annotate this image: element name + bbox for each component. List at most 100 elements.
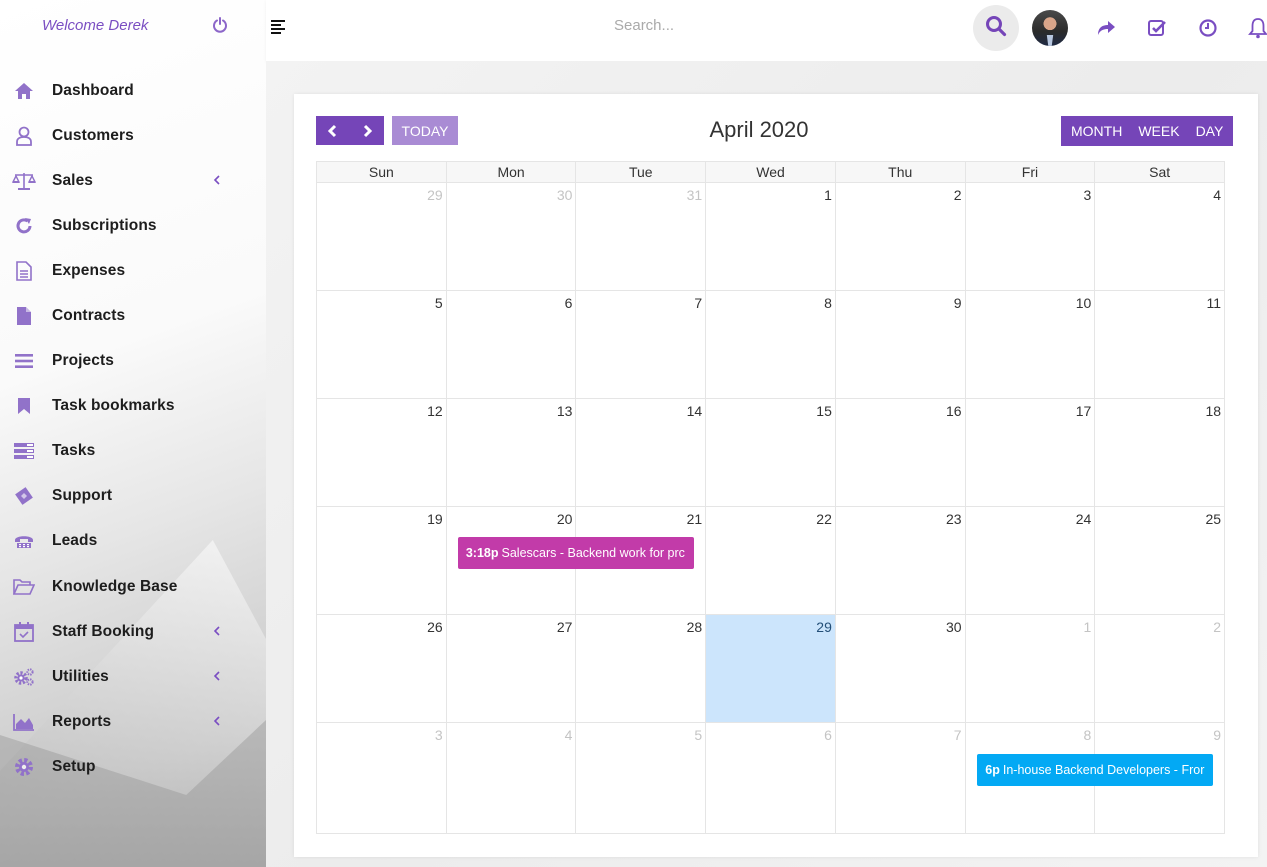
day-number[interactable]: 29 (427, 187, 443, 203)
day-number[interactable]: 23 (946, 511, 962, 527)
day-number[interactable]: 4 (1213, 187, 1221, 203)
today-button[interactable]: TODAY (392, 116, 458, 145)
day-number[interactable]: 10 (1076, 295, 1092, 311)
day-number[interactable]: 16 (946, 403, 962, 419)
calendar-day-cell[interactable]: 15 (706, 399, 836, 506)
calendar-day-cell[interactable]: 17 (966, 399, 1096, 506)
day-number[interactable]: 8 (824, 295, 832, 311)
calendar-day-cell[interactable]: 4 (1095, 183, 1224, 290)
calendar-day-cell[interactable]: 1 (706, 183, 836, 290)
calendar-event[interactable]: 3:18p Salescars - Backend work for prc (457, 537, 694, 569)
power-icon[interactable] (212, 17, 230, 35)
sidebar-item-dashboard[interactable]: Dashboard (0, 68, 266, 113)
day-number[interactable]: 1 (824, 187, 832, 203)
avatar[interactable] (1032, 10, 1068, 46)
bell-icon[interactable] (1247, 17, 1267, 39)
calendar-day-cell[interactable]: 5 (317, 291, 447, 398)
sidebar-item-staff-booking[interactable]: Staff Booking (0, 609, 266, 654)
day-number[interactable]: 4 (565, 727, 573, 743)
day-number[interactable]: 24 (1076, 511, 1092, 527)
calendar-day-cell[interactable]: 30 (836, 615, 966, 722)
calendar-day-cell[interactable]: 7 (836, 723, 966, 833)
calendar-day-cell[interactable]: 5 (576, 723, 707, 833)
day-number[interactable]: 27 (557, 619, 573, 635)
calendar-day-cell[interactable]: 25 (1095, 507, 1224, 614)
day-number[interactable]: 9 (1213, 727, 1221, 743)
sidebar-item-knowledge-base[interactable]: Knowledge Base (0, 564, 266, 609)
calendar-day-cell[interactable]: 22 (706, 507, 836, 614)
calendar-day-cell[interactable]: 23 (836, 507, 966, 614)
day-number[interactable]: 3 (1084, 187, 1092, 203)
calendar-day-cell[interactable]: 3 (966, 183, 1096, 290)
share-icon[interactable] (1095, 17, 1117, 39)
calendar-day-cell[interactable]: 1 (966, 615, 1096, 722)
day-number[interactable]: 26 (427, 619, 443, 635)
calendar-day-cell[interactable]: 30 (447, 183, 577, 290)
day-number[interactable]: 21 (687, 511, 703, 527)
calendar-day-cell[interactable]: 7 (576, 291, 707, 398)
week-view-button[interactable]: WEEK (1130, 116, 1187, 146)
sidebar-item-support[interactable]: Support (0, 474, 266, 519)
sidebar-item-projects[interactable]: Projects (0, 339, 266, 384)
calendar-day-cell[interactable]: 16 (836, 399, 966, 506)
calendar-day-cell[interactable]: 19 (317, 507, 447, 614)
prev-button[interactable] (316, 116, 350, 145)
day-number[interactable]: 9 (954, 295, 962, 311)
calendar-day-cell[interactable]: 9 (836, 291, 966, 398)
day-number[interactable]: 25 (1205, 511, 1221, 527)
next-button[interactable] (350, 116, 384, 145)
day-number[interactable]: 29 (816, 619, 832, 635)
calendar-day-cell[interactable]: 24 (966, 507, 1096, 614)
calendar-day-cell[interactable]: 29 (317, 183, 447, 290)
calendar-day-cell[interactable]: 12 (317, 399, 447, 506)
day-view-button[interactable]: DAY (1188, 116, 1234, 146)
day-number[interactable]: 2 (1213, 619, 1221, 635)
chevron-left-icon[interactable] (213, 173, 221, 189)
calendar-day-cell[interactable]: 13 (447, 399, 577, 506)
sidebar-item-subscriptions[interactable]: Subscriptions (0, 203, 266, 248)
calendar-day-cell[interactable]: 2 (836, 183, 966, 290)
calendar-day-cell[interactable]: 28 (576, 615, 707, 722)
sidebar-item-reports[interactable]: Reports (0, 699, 266, 744)
calendar-day-cell[interactable]: 18 (1095, 399, 1224, 506)
day-number[interactable]: 28 (687, 619, 703, 635)
sidebar-item-tasks[interactable]: Tasks (0, 429, 266, 474)
day-number[interactable]: 22 (816, 511, 832, 527)
calendar-day-cell[interactable]: 6 (447, 291, 577, 398)
calendar-day-cell[interactable]: 6 (706, 723, 836, 833)
day-number[interactable]: 6 (824, 727, 832, 743)
calendar-day-cell[interactable]: 10 (966, 291, 1096, 398)
chevron-left-icon[interactable] (213, 669, 221, 685)
checkbox-icon[interactable] (1146, 17, 1168, 39)
sidebar-item-setup[interactable]: Setup (0, 744, 266, 789)
hamburger-icon[interactable] (271, 20, 285, 34)
clock-icon[interactable] (1197, 17, 1219, 39)
day-number[interactable]: 8 (1084, 727, 1092, 743)
sidebar-item-leads[interactable]: Leads (0, 519, 266, 564)
day-number[interactable]: 5 (694, 727, 702, 743)
day-number[interactable]: 11 (1206, 295, 1221, 311)
sidebar-item-task-bookmarks[interactable]: Task bookmarks (0, 384, 266, 429)
day-number[interactable]: 30 (946, 619, 962, 635)
search-input[interactable] (614, 17, 914, 34)
search-button[interactable] (973, 5, 1019, 51)
sidebar-item-expenses[interactable]: Expenses (0, 248, 266, 293)
sidebar-item-sales[interactable]: Sales (0, 158, 266, 203)
month-view-button[interactable]: MONTH (1061, 116, 1130, 146)
day-number[interactable]: 30 (557, 187, 573, 203)
sidebar-item-utilities[interactable]: Utilities (0, 654, 266, 699)
calendar-day-cell[interactable]: 11 (1095, 291, 1224, 398)
day-number[interactable]: 7 (694, 295, 702, 311)
day-number[interactable]: 15 (816, 403, 832, 419)
calendar-event[interactable]: 6p In-house Backend Developers - Fror (977, 754, 1213, 786)
day-number[interactable]: 19 (427, 511, 443, 527)
calendar-day-today[interactable]: 29 (706, 615, 836, 722)
day-number[interactable]: 7 (954, 727, 962, 743)
calendar-day-cell[interactable]: 27 (447, 615, 577, 722)
day-number[interactable]: 6 (565, 295, 573, 311)
calendar-day-cell[interactable]: 26 (317, 615, 447, 722)
sidebar-item-customers[interactable]: Customers (0, 113, 266, 158)
calendar-day-cell[interactable]: 31 (576, 183, 707, 290)
day-number[interactable]: 17 (1076, 403, 1092, 419)
day-number[interactable]: 13 (557, 403, 573, 419)
